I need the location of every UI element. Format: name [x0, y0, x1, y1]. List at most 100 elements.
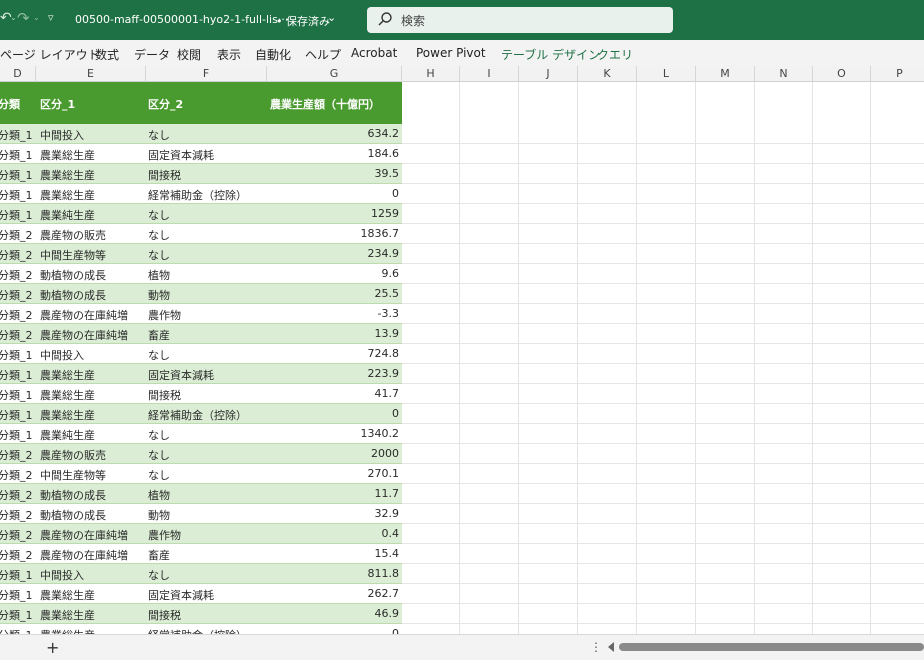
cell-agri-output[interactable]: 9.6: [382, 267, 400, 280]
column-header-f[interactable]: F: [146, 66, 267, 82]
cell-division-2[interactable]: 農作物: [148, 527, 181, 543]
cell-division-1[interactable]: 農業総生産: [40, 367, 95, 383]
tab-acrobat[interactable]: Acrobat: [351, 46, 397, 60]
column-header-n[interactable]: N: [755, 66, 813, 82]
cell-division-1[interactable]: 農産物の販売: [40, 447, 106, 463]
cell-division-2[interactable]: 経常補助金（控除）: [148, 627, 247, 634]
column-header-p[interactable]: P: [871, 66, 924, 82]
cell-division-2[interactable]: 動物: [148, 507, 170, 523]
cell-division-1[interactable]: 農業総生産: [40, 627, 95, 634]
cell-agri-output[interactable]: 270.1: [368, 467, 400, 480]
cell-division-1[interactable]: 農業総生産: [40, 607, 95, 623]
cell-division-2[interactable]: なし: [148, 467, 170, 483]
tab-data[interactable]: データ: [134, 46, 170, 63]
cell-category[interactable]: 分類_1: [0, 347, 33, 363]
cell-agri-output[interactable]: 0.4: [382, 527, 400, 540]
tab-view[interactable]: 表示: [217, 46, 241, 63]
tab-formulas[interactable]: 数式: [95, 46, 119, 63]
cell-division-2[interactable]: 固定資本減耗: [148, 147, 214, 163]
worksheet-grid[interactable]: 分類 区分_1 区分_2 農業生産額（十億円） 分類_1 中間投入 なし 634.2 分…: [0, 82, 924, 634]
horizontal-scrollbar[interactable]: [619, 643, 924, 651]
redo-dropdown-icon[interactable]: ⌄: [33, 13, 40, 22]
cell-category[interactable]: 分類_2: [0, 467, 33, 483]
cell-agri-output[interactable]: 41.7: [375, 387, 400, 400]
cell-division-2[interactable]: 農作物: [148, 307, 181, 323]
save-status-chevron-icon[interactable]: ⌄: [327, 11, 336, 24]
scroll-left-icon[interactable]: [608, 642, 614, 652]
cell-division-1[interactable]: 農業総生産: [40, 387, 95, 403]
cell-agri-output[interactable]: 634.2: [368, 127, 400, 140]
cell-agri-output[interactable]: 0: [392, 407, 399, 420]
cell-agri-output[interactable]: 32.9: [375, 507, 400, 520]
cell-agri-output[interactable]: 724.8: [368, 347, 400, 360]
column-header-m[interactable]: M: [696, 66, 755, 82]
cell-agri-output[interactable]: 15.4: [375, 547, 400, 560]
tab-query[interactable]: クエリ: [597, 46, 633, 63]
cell-category[interactable]: 分類_2: [0, 547, 33, 563]
cell-category[interactable]: 分類_1: [0, 167, 33, 183]
cell-division-2[interactable]: 経常補助金（控除）: [148, 187, 247, 203]
cell-division-1[interactable]: 農産物の在庫純増: [40, 527, 128, 543]
tab-table-design[interactable]: テーブル デザイン: [501, 46, 600, 63]
cell-division-1[interactable]: 中間生産物等: [40, 467, 106, 483]
cell-agri-output[interactable]: 39.5: [375, 167, 400, 180]
column-header-k[interactable]: K: [578, 66, 637, 82]
cell-category[interactable]: 分類_1: [0, 207, 33, 223]
cell-category[interactable]: 分類_2: [0, 527, 33, 543]
cell-agri-output[interactable]: 223.9: [368, 367, 400, 380]
column-header-l[interactable]: L: [637, 66, 696, 82]
cell-category[interactable]: 分類_1: [0, 387, 33, 403]
search-box[interactable]: 検索: [367, 7, 673, 33]
cell-category[interactable]: 分類_2: [0, 267, 33, 283]
cell-division-2[interactable]: 固定資本減耗: [148, 367, 214, 383]
cell-division-1[interactable]: 動植物の成長: [40, 287, 106, 303]
redo-icon[interactable]: ↷: [17, 9, 30, 27]
cell-division-1[interactable]: 中間投入: [40, 347, 84, 363]
cell-category[interactable]: 分類_2: [0, 487, 33, 503]
cell-division-2[interactable]: 間接税: [148, 607, 181, 623]
cell-division-2[interactable]: 経常補助金（控除）: [148, 407, 247, 423]
cell-division-1[interactable]: 農産物の販売: [40, 227, 106, 243]
cell-category[interactable]: 分類_2: [0, 507, 33, 523]
table-header-category[interactable]: 分類: [0, 96, 20, 112]
cell-category[interactable]: 分類_1: [0, 147, 33, 163]
cell-category[interactable]: 分類_2: [0, 307, 33, 323]
cell-category[interactable]: 分類_1: [0, 587, 33, 603]
cell-division-2[interactable]: 畜産: [148, 327, 170, 343]
cell-agri-output[interactable]: 1340.2: [361, 427, 400, 440]
tab-help[interactable]: ヘルプ: [305, 46, 341, 63]
cell-division-2[interactable]: 畜産: [148, 547, 170, 563]
cell-agri-output[interactable]: 13.9: [375, 327, 400, 340]
column-header-d[interactable]: D: [0, 66, 36, 82]
cell-agri-output[interactable]: 25.5: [375, 287, 400, 300]
column-header-h[interactable]: H: [402, 66, 460, 82]
customize-toolbar-icon[interactable]: ▿: [48, 11, 54, 24]
cell-division-2[interactable]: なし: [148, 127, 170, 143]
cell-division-1[interactable]: 動植物の成長: [40, 487, 106, 503]
cell-agri-output[interactable]: 184.6: [368, 147, 400, 160]
cell-agri-output[interactable]: 11.7: [375, 487, 400, 500]
cell-category[interactable]: 分類_1: [0, 567, 33, 583]
cell-division-2[interactable]: なし: [148, 347, 170, 363]
tab-power-pivot[interactable]: Power Pivot: [416, 46, 486, 60]
save-status[interactable]: • 保存済み: [276, 13, 330, 29]
cell-category[interactable]: 分類_2: [0, 447, 33, 463]
cell-division-2[interactable]: 固定資本減耗: [148, 587, 214, 603]
cell-division-1[interactable]: 中間投入: [40, 127, 84, 143]
cell-division-1[interactable]: 動植物の成長: [40, 267, 106, 283]
cell-division-1[interactable]: 農業総生産: [40, 587, 95, 603]
cell-division-1[interactable]: 農業純生産: [40, 427, 95, 443]
cell-division-1[interactable]: 動植物の成長: [40, 507, 106, 523]
cell-division-1[interactable]: 中間投入: [40, 567, 84, 583]
undo-dropdown-icon[interactable]: ⌄: [10, 13, 17, 22]
cell-division-1[interactable]: 農業総生産: [40, 187, 95, 203]
tab-page-layout[interactable]: ページ レイアウト: [0, 46, 100, 63]
cell-division-1[interactable]: 農産物の在庫純増: [40, 327, 128, 343]
table-header-division-1[interactable]: 区分_1: [40, 96, 75, 112]
cell-division-2[interactable]: なし: [148, 567, 170, 583]
cell-agri-output[interactable]: 1259: [371, 207, 399, 220]
column-header-j[interactable]: J: [519, 66, 578, 82]
cell-division-1[interactable]: 農業純生産: [40, 207, 95, 223]
cell-category[interactable]: 分類_1: [0, 427, 33, 443]
table-header-agri-output[interactable]: 農業生産額（十億円）: [270, 96, 380, 112]
